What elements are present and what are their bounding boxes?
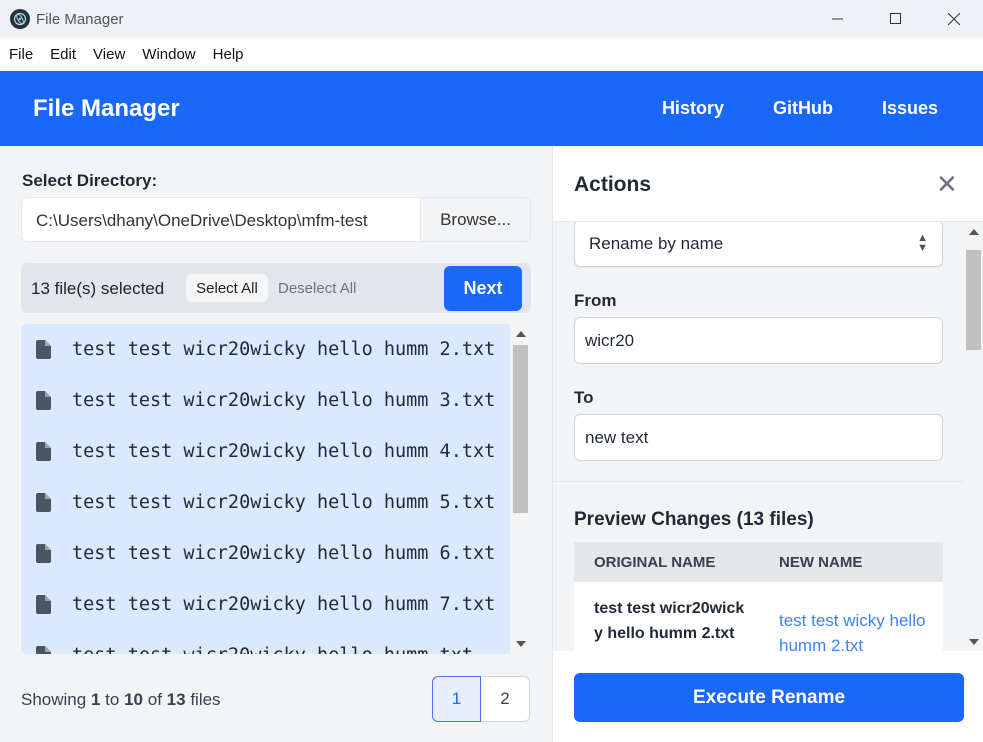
file-icon <box>36 646 51 654</box>
actions-scrollbar[interactable] <box>963 222 983 651</box>
list-item[interactable]: test test wicr20wicky hello humm.txt <box>21 630 510 654</box>
pagination-summary: Showing 1 to 10 of 13 files <box>21 690 221 709</box>
scroll-up-icon[interactable] <box>969 229 979 235</box>
file-name: test test wicr20wicky hello humm 7.txt <box>72 594 496 615</box>
window-title: File Manager <box>36 10 124 28</box>
rename-mode-select[interactable]: Rename by name ▲ ▼ <box>574 222 943 267</box>
file-icon <box>36 544 51 563</box>
select-caret-icon: ▲ ▼ <box>917 232 928 254</box>
list-item[interactable]: test test wicr20wicky hello humm 6.txt <box>21 528 510 579</box>
top-nav: History GitHub Issues <box>662 98 938 119</box>
execute-rename-button[interactable]: Execute Rename <box>574 673 964 722</box>
app-icon <box>10 9 30 29</box>
scroll-down-icon[interactable] <box>969 639 979 645</box>
selection-bar: 13 file(s) selected Select All Deselect … <box>21 263 531 313</box>
file-icon <box>36 442 51 461</box>
browse-button[interactable]: Browse... <box>420 197 531 242</box>
scroll-down-icon[interactable] <box>516 641 526 647</box>
to-label: To <box>574 388 594 407</box>
select-all-button[interactable]: Select All <box>186 274 268 302</box>
file-list: test test wicr20wicky hello humm 2.txt t… <box>21 324 531 654</box>
menu-window[interactable]: Window <box>142 46 195 63</box>
nav-github[interactable]: GitHub <box>773 98 833 119</box>
file-name: test test wicr20wicky hello humm 4.txt <box>72 441 496 462</box>
scrollbar-thumb[interactable] <box>513 345 528 513</box>
brand-title[interactable]: File Manager <box>33 95 180 123</box>
menu-file[interactable]: File <box>9 46 33 63</box>
from-input[interactable]: wicr20 <box>574 317 943 364</box>
file-name: test test wicr20wicky hello humm.txt <box>72 645 473 654</box>
list-item[interactable]: test test wicr20wicky hello humm 5.txt <box>21 477 510 528</box>
menu-help[interactable]: Help <box>213 46 244 63</box>
file-list-scrollbar[interactable] <box>510 324 531 654</box>
list-item[interactable]: test test wicr20wicky hello humm 7.txt <box>21 579 510 630</box>
page-button-2[interactable]: 2 <box>481 676 530 722</box>
menu-edit[interactable]: Edit <box>50 46 76 63</box>
scrollbar-thumb[interactable] <box>966 250 981 350</box>
next-button[interactable]: Next <box>444 266 522 311</box>
minimize-button[interactable] <box>809 0 867 38</box>
actions-title: Actions <box>574 173 652 196</box>
file-name: test test wicr20wicky hello humm 3.txt <box>72 390 496 411</box>
menu-view[interactable]: View <box>93 46 125 63</box>
list-item[interactable]: test test wicr20wicky hello humm 2.txt <box>21 324 510 375</box>
app-header: File Manager History GitHub Issues <box>0 71 983 146</box>
deselect-all-button[interactable]: Deselect All <box>278 280 356 297</box>
original-name-cell: test test wicr20wicky hello humm 2.txt <box>594 600 745 642</box>
table-row: test test wicr20wicky hello humm 2.txt t… <box>574 582 943 651</box>
to-input[interactable]: new text <box>574 414 943 461</box>
file-panel: Select Directory: C:\Users\dhany\OneDriv… <box>0 146 552 742</box>
list-item[interactable]: test test wicr20wicky hello humm 4.txt <box>21 426 510 477</box>
directory-label: Select Directory: <box>22 171 158 190</box>
new-name-cell: test test wicky hello humm 2.txt <box>779 611 926 651</box>
page-button-1[interactable]: 1 <box>432 676 481 722</box>
directory-path-input[interactable]: C:\Users\dhany\OneDrive\Desktop\mfm-test <box>21 197 420 242</box>
window-titlebar: File Manager <box>0 0 983 38</box>
file-name: test test wicr20wicky hello humm 2.txt <box>72 339 496 360</box>
close-icon[interactable]: ✕ <box>936 171 958 197</box>
actions-panel: Actions ✕ Rename by name ▲ ▼ From wicr20 … <box>552 146 983 742</box>
scroll-up-icon[interactable] <box>516 331 526 337</box>
col-new-name: NEW NAME <box>779 554 863 571</box>
file-icon <box>36 391 51 410</box>
from-label: From <box>574 291 617 310</box>
nav-history[interactable]: History <box>662 98 724 119</box>
selected-count: 13 file(s) selected <box>31 279 165 298</box>
close-window-button[interactable] <box>925 0 983 38</box>
list-item[interactable]: test test wicr20wicky hello humm 3.txt <box>21 375 510 426</box>
file-icon <box>36 493 51 512</box>
preview-table-header: ORIGINAL NAME NEW NAME <box>574 542 943 582</box>
file-icon <box>36 340 51 359</box>
col-original-name: ORIGINAL NAME <box>594 554 716 571</box>
file-name: test test wicr20wicky hello humm 6.txt <box>72 543 496 564</box>
pagination: 1 2 <box>432 676 530 722</box>
file-icon <box>36 595 51 614</box>
menu-bar: File Edit View Window Help <box>0 38 983 71</box>
preview-title: Preview Changes (13 files) <box>574 509 814 530</box>
actions-scroll-area: Rename by name ▲ ▼ From wicr20 To new tex… <box>553 221 983 651</box>
nav-issues[interactable]: Issues <box>882 98 938 119</box>
maximize-button[interactable] <box>867 0 925 38</box>
divider <box>553 481 963 482</box>
file-name: test test wicr20wicky hello humm 5.txt <box>72 492 496 513</box>
